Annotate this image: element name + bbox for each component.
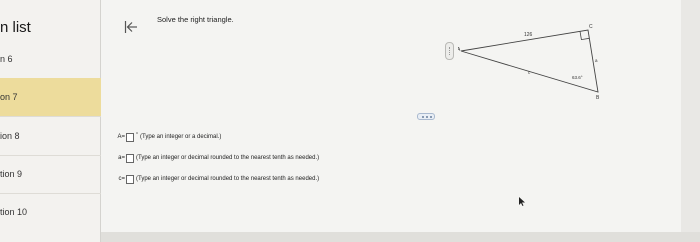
vertex-c-label: C: [589, 24, 593, 30]
sidebar-item-question-8[interactable]: ion 8: [0, 117, 101, 155]
sidebar-item-label: tion 9: [0, 169, 23, 179]
answer-row-angle-a: A= ° (Type an integer or a decimal.): [112, 131, 221, 143]
sidebar-item-label: ion 8: [0, 131, 20, 141]
sidebar-item-question-10[interactable]: tion 10: [0, 193, 101, 231]
sidebar-item-question-6[interactable]: n 6: [0, 40, 101, 78]
collapse-left-icon[interactable]: [124, 20, 138, 34]
question-prompt: Solve the right triangle.: [157, 15, 234, 24]
answer-row-side-a: a= (Type an integer or decimal rounded t…: [112, 152, 319, 164]
triangle-shape: [460, 29, 599, 93]
answer-label: c=: [118, 176, 125, 182]
answer-hint: (Type an integer or decimal rounded to t…: [136, 176, 320, 182]
angle-a-input[interactable]: [126, 132, 134, 142]
sidebar: n list n 6 on 7 ion 8 tion 9 tion 10: [0, 0, 101, 242]
side-a-input[interactable]: [126, 153, 134, 163]
right-angle-marker: [579, 31, 590, 41]
sidebar-item-label: on 7: [0, 92, 18, 102]
window-edge: [681, 0, 700, 232]
answer-hint: (Type an integer or decimal rounded to t…: [136, 155, 320, 161]
sidebar-item-question-7[interactable]: on 7: [0, 78, 101, 116]
answer-row-side-c: c= (Type an integer or decimal rounded t…: [112, 173, 319, 185]
bottom-strip: [101, 232, 700, 242]
answer-hint: (Type an integer or a decimal.): [140, 134, 222, 140]
sidebar-item-label: tion 10: [0, 207, 28, 217]
sidebar-title: n list: [0, 19, 31, 36]
side-c-label: c: [528, 70, 531, 75]
more-options-button[interactable]: [417, 113, 435, 120]
right-triangle-figure: A C B 126 a c 63.6°: [458, 24, 600, 101]
side-length-label: 126: [524, 32, 533, 38]
mouse-cursor-icon: [519, 197, 525, 206]
sidebar-item-question-9[interactable]: tion 9: [0, 155, 101, 193]
answer-label: A=: [117, 134, 125, 140]
side-c-input[interactable]: [126, 174, 134, 184]
vertex-b-label: B: [596, 95, 600, 101]
side-a-label: a: [595, 58, 598, 63]
vertex-a-label: A: [458, 47, 461, 53]
panel-resize-handle[interactable]: [445, 42, 454, 60]
sidebar-item-label: n 6: [0, 54, 13, 64]
degree-symbol: °: [136, 131, 138, 138]
angle-label: 63.6°: [572, 75, 583, 80]
answer-label: a=: [118, 155, 125, 161]
